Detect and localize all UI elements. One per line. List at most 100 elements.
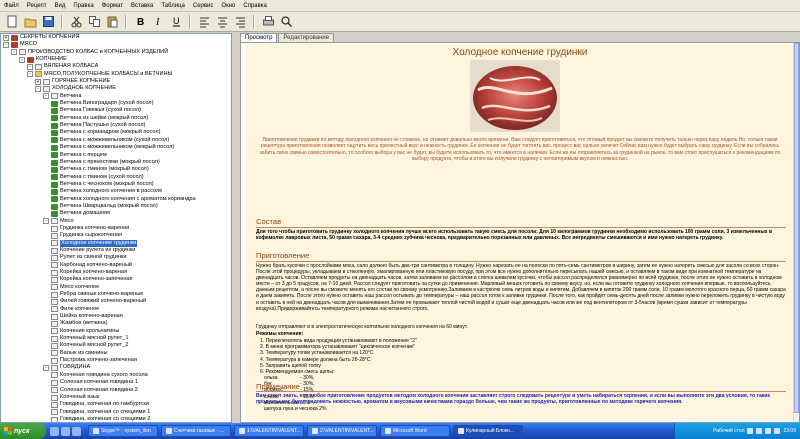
save-icon[interactable] — [40, 14, 56, 30]
menu-table[interactable]: Таблица — [157, 0, 189, 12]
tree-item[interactable]: - ВЯЛЕНАЯ КОЛБАСА — [1, 63, 231, 71]
tree-item[interactable]: Шейка копчено-вареная — [1, 313, 231, 320]
tree-item[interactable]: Мясо копченое — [1, 284, 231, 291]
collapse-icon[interactable]: - — [3, 42, 9, 49]
tree-item[interactable]: Ветчина с кориандром (мокрый посол) — [1, 129, 231, 137]
bold-icon[interactable]: B — [132, 14, 148, 30]
collapse-icon[interactable]: - — [11, 49, 17, 56]
tree-item[interactable]: - ПРОИЗВОДСТВО КОЛБАС и КОПЧЕННЫХ ИЗДЕЛИЙ — [1, 49, 231, 56]
tray-icon[interactable] — [765, 428, 772, 434]
taskbar-button-label: Skype™ - system_ilen — [101, 428, 151, 434]
menu-help[interactable]: Справка — [239, 0, 271, 12]
collapse-icon[interactable]: - — [19, 56, 25, 63]
expand-icon[interactable]: + — [35, 78, 41, 85]
tree-item[interactable]: Рулет из свиной грудинки — [1, 254, 231, 261]
menu-window[interactable]: Окно — [217, 0, 239, 12]
collapse-icon[interactable]: - — [43, 218, 49, 225]
collapse-icon[interactable]: - — [35, 86, 41, 93]
tree-item[interactable]: Ветчина холодного копчения с ароматом ко… — [1, 196, 231, 203]
tray-icon[interactable] — [756, 428, 763, 434]
tree-item[interactable]: Ветчина с тмином (сухой посол) — [1, 174, 231, 181]
tree-item[interactable]: - ХОЛОДНОЕ КОПЧЕНИЕ — [1, 85, 231, 93]
taskbar-button[interactable]: 1:\VALENTIN\VALENT... — [234, 425, 304, 437]
tree-item[interactable]: Ветчина Говяжья (сухой посол) — [1, 107, 231, 115]
quick-launch-icon[interactable] — [61, 426, 70, 436]
new-icon[interactable] — [4, 14, 20, 30]
align-right-icon[interactable] — [232, 14, 248, 30]
menu-edit[interactable]: Правка — [69, 0, 97, 12]
print-icon[interactable] — [260, 14, 276, 30]
tree-item[interactable]: Балык из свинины — [1, 350, 231, 357]
tree-item[interactable]: Говядина, копченая со специями 1 — [1, 409, 231, 416]
tree-item[interactable]: Грудинка сырокопченая — [1, 232, 231, 239]
content-scrollbar[interactable] — [793, 43, 799, 422]
recipe-tree[interactable]: + СЕКРЕТЫ КОПЧЕНИЯ - МЯСО - ПРОИЗВОДСТВО КОЛБ… — [0, 33, 232, 423]
search-icon[interactable] — [278, 14, 294, 30]
tree-item[interactable]: Ветчина с можжевельником (мокрый посол) — [1, 144, 231, 151]
menu-tools[interactable]: Сервис — [189, 0, 218, 12]
tree-item[interactable]: Корейка копчено-запеченая — [1, 276, 231, 284]
collapse-icon[interactable]: - — [43, 93, 49, 100]
start-button[interactable]: пуск — [0, 423, 46, 439]
tree-item[interactable]: Жамбон (ветчина) — [1, 320, 231, 328]
taskbar-button[interactable]: Счетчики газовые - ... — [161, 425, 231, 437]
taskbar-button-active[interactable]: Кулинарный Блокн... — [453, 425, 523, 437]
menu-insert[interactable]: Вставка — [127, 0, 157, 12]
tree-item[interactable]: Ветчина домашняя — [1, 210, 231, 217]
tree-item[interactable]: Копченый язык — [1, 394, 231, 401]
expand-icon[interactable]: + — [3, 34, 9, 41]
taskbar-button[interactable]: Microsoft Word — [380, 425, 450, 437]
collapse-icon[interactable]: - — [27, 64, 33, 71]
underline-icon[interactable]: U — [168, 14, 184, 30]
tree-item[interactable]: - Ветчина — [1, 93, 231, 100]
align-left-icon[interactable] — [196, 14, 212, 30]
tree-item[interactable]: Копченая говядина сухого посола — [1, 372, 231, 379]
tree-item[interactable]: - МЯСО — [1, 41, 231, 49]
menu-file[interactable]: Файл — [0, 0, 23, 12]
tree-item[interactable]: Соленая копченая говядина 2 — [1, 387, 231, 394]
menu-recipe[interactable]: Рецепт — [23, 0, 51, 12]
paste-icon[interactable] — [104, 14, 120, 30]
align-center-icon[interactable] — [214, 14, 230, 30]
tree-item[interactable]: Говядина, копченая по-гамбургски — [1, 401, 231, 408]
tree-item[interactable]: Грудинка копчено-вареная — [1, 225, 231, 232]
tab-edit[interactable]: Редактирование — [278, 33, 335, 42]
tree-item[interactable]: Ветчина Шварцвальд (мокрый посол) — [1, 203, 231, 210]
tree-item[interactable]: Холодное копчение грудинки — [1, 239, 231, 247]
tree-item[interactable]: Филей говяжий копчено-вареный — [1, 298, 231, 306]
tray-icon[interactable] — [747, 428, 754, 434]
tree-item[interactable]: Ветчина с перцем — [1, 152, 231, 159]
tree-item[interactable]: - МЯСО,ПОЛУКОПЧЕНЫЕ КОЛБАСЫ и ВЕТЧИНЫ — [1, 71, 231, 78]
tree-item[interactable]: Копченый мясной рулет_2 — [1, 342, 231, 350]
quick-launch-icon[interactable] — [72, 426, 81, 436]
taskbar-button[interactable]: 2:\VALENTIN\VALENT... — [307, 425, 377, 437]
tree-item[interactable]: Карбонад копчено-вареный — [1, 262, 231, 269]
tree-item[interactable]: Копчение крольчатины — [1, 328, 231, 335]
tree-item[interactable]: Филе копченое — [1, 306, 231, 313]
tree-item[interactable]: - ГОВЯДИНА — [1, 364, 231, 372]
scrollbar-thumb[interactable] — [794, 43, 799, 413]
tree-item[interactable]: Говядина, копченая со специями 2 — [1, 416, 231, 422]
tree-item[interactable]: Ветчина с тмином (мокрый посол) — [1, 166, 231, 173]
copy-icon[interactable] — [86, 14, 102, 30]
cut-icon[interactable] — [68, 14, 84, 30]
menu-format[interactable]: Формат — [98, 0, 127, 12]
tree-item[interactable]: - КОПЧЕНИЕ — [1, 56, 231, 63]
open-folder-icon[interactable] — [22, 14, 38, 30]
collapse-icon[interactable]: - — [43, 365, 49, 372]
tab-view[interactable]: Просмотр — [240, 33, 278, 42]
tree-item[interactable]: Соленая копченая говядина 1 — [1, 379, 231, 386]
italic-icon[interactable]: I — [150, 14, 166, 30]
tree-item[interactable]: + СЕКРЕТЫ КОПЧЕНИЯ — [1, 34, 231, 41]
collapse-icon[interactable]: - — [27, 71, 33, 78]
tree-item[interactable]: + ГОРЯЧЕЕ КОПЧЕНИЕ — [1, 78, 231, 85]
tree-item[interactable]: Ветчина с чесноком (мокрый посол) — [1, 181, 231, 188]
tree-item[interactable]: Пастрома копчено-запеченая — [1, 357, 231, 364]
tree-item[interactable]: - Мясо — [1, 218, 231, 225]
quick-launch-icon[interactable] — [50, 426, 59, 436]
menu-view[interactable]: Вид — [51, 0, 70, 12]
taskbar-button[interactable]: Skype™ - system_ilen — [88, 425, 158, 437]
pane-splitter[interactable] — [232, 33, 240, 423]
tray-icon[interactable] — [774, 428, 781, 434]
tree-item[interactable]: Ветчина холодного копчения в рассоле — [1, 188, 231, 195]
